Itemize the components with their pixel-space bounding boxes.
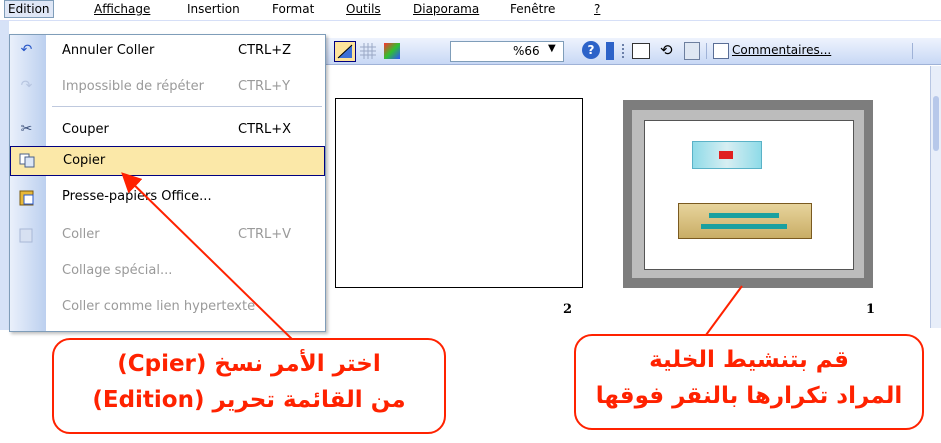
arrow-to-copier	[121, 172, 299, 346]
callout-line: قم بتنشيط الخلية	[649, 347, 849, 373]
callout-copy-instruction: اختر الأمر نسخ (Cpier) من القائمة تحرير …	[52, 338, 446, 434]
callout-select-slide-instruction: قم بتنشيط الخلية المراد تكرارها بالنقر ف…	[574, 334, 924, 430]
callout-line: اختر الأمر نسخ (Cpier)	[117, 351, 381, 377]
arrow-to-slide-1	[705, 285, 743, 336]
callout-line: من القائمة تحرير (Edition)	[92, 387, 406, 413]
callout-line: المراد تكرارها بالنقر فوقها	[595, 383, 903, 409]
